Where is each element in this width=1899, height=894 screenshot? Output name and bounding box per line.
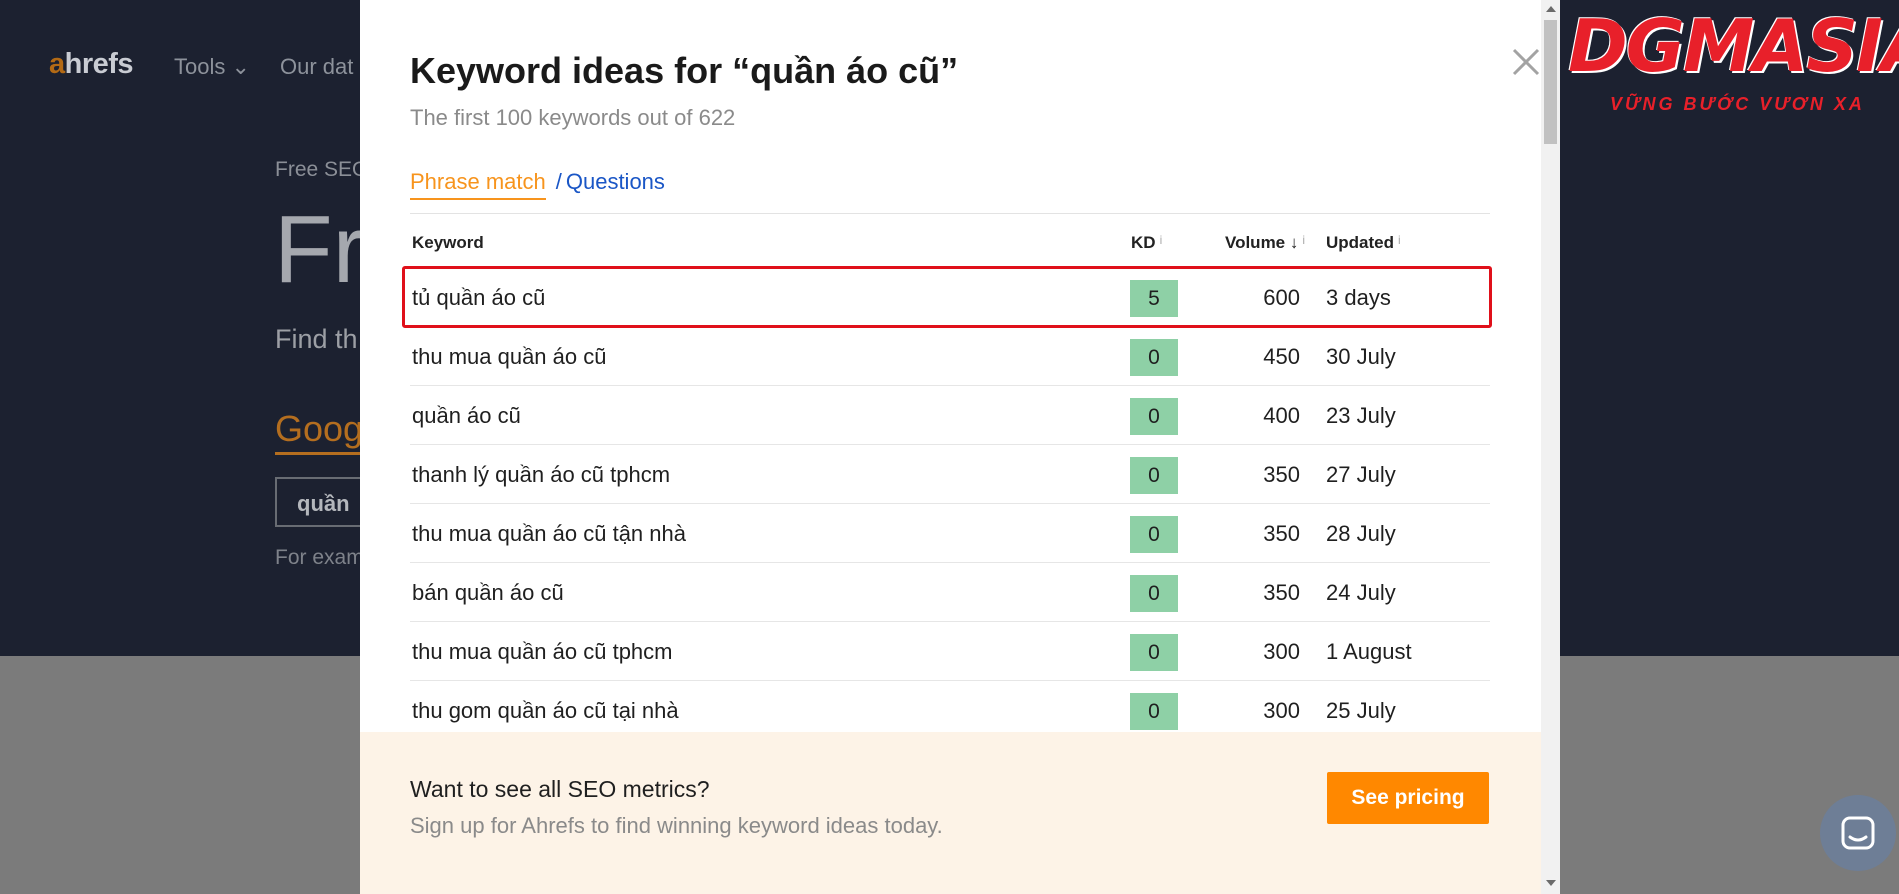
table-row[interactable]: tủ quần áo cũ 5 600 3 days — [402, 266, 1492, 328]
kd-badge: 0 — [1130, 693, 1178, 730]
column-kd[interactable]: KD i — [1131, 233, 1162, 253]
nav-tools-menu[interactable]: Tools ⌄ — [174, 54, 250, 80]
close-button[interactable] — [1508, 44, 1544, 80]
keyword-table-body: tủ quần áo cũ 5 600 3 days thu mua quần … — [402, 266, 1492, 740]
keyword-ideas-modal: Keyword ideas for “quần áo cũ” The first… — [360, 0, 1560, 894]
upsell-footer: Want to see all SEO metrics? Sign up for… — [360, 732, 1560, 894]
keyword-cell[interactable]: bán quần áo cũ — [412, 580, 564, 606]
updated-cell: 25 July — [1326, 698, 1396, 723]
kd-badge: 0 — [1130, 457, 1178, 494]
updated-cell: 28 July — [1326, 521, 1396, 546]
tab-phrase-match[interactable]: Phrase match — [410, 169, 546, 200]
volume-cell: 300 — [1263, 698, 1300, 723]
volume-cell: 350 — [1263, 521, 1300, 546]
nav-our-data[interactable]: Our dat — [280, 54, 360, 80]
table-row[interactable]: thanh lý quần áo cũ tphcm 0 350 27 July — [410, 445, 1490, 504]
updated-cell: 27 July — [1326, 462, 1396, 487]
modal-subtitle: The first 100 keywords out of 622 — [410, 105, 736, 130]
scroll-up-arrow-icon[interactable] — [1546, 6, 1556, 12]
volume-cell: 400 — [1263, 403, 1300, 428]
kd-badge: 0 — [1130, 398, 1178, 435]
kd-info-icon[interactable]: i — [1160, 233, 1163, 247]
hero-title: Fr — [274, 196, 365, 303]
kd-badge: 0 — [1130, 516, 1178, 553]
volume-cell: 350 — [1263, 580, 1300, 605]
table-row[interactable]: thu mua quần áo cũ tphcm 0 300 1 August — [410, 622, 1490, 681]
keyword-cell[interactable]: thu mua quần áo cũ tphcm — [412, 639, 673, 665]
example-hint: For exam — [275, 546, 364, 569]
chat-icon[interactable] — [1840, 815, 1876, 851]
table-row[interactable]: bán quần áo cũ 0 350 24 July — [410, 563, 1490, 622]
hero-eyebrow: Free SEO — [275, 158, 369, 181]
tab-separator: / — [555, 169, 562, 194]
updated-cell: 23 July — [1326, 403, 1396, 428]
column-volume[interactable]: Volume ↓ i — [1225, 233, 1305, 253]
keyword-cell[interactable]: thu mua quần áo cũ — [412, 344, 606, 370]
table-row[interactable]: thu mua quần áo cũ tận nhà 0 350 28 July — [410, 504, 1490, 563]
table-header: Keyword KD i Volume ↓ i Updated i — [410, 233, 1490, 263]
tabs-divider — [410, 213, 1490, 214]
kd-badge: 0 — [1130, 575, 1178, 612]
modal-scrollbar[interactable] — [1541, 0, 1560, 894]
column-keyword[interactable]: Keyword — [412, 233, 484, 253]
search-engine-tab[interactable]: Goog — [275, 408, 364, 455]
updated-cell: 1 August — [1326, 639, 1412, 664]
kd-badge: 0 — [1130, 339, 1178, 376]
keyword-cell[interactable]: thu mua quần áo cũ tận nhà — [412, 521, 686, 547]
volume-cell: 300 — [1263, 639, 1300, 664]
keyword-cell[interactable]: thu gom quần áo cũ tại nhà — [412, 698, 679, 724]
tab-questions[interactable]: Questions — [566, 169, 665, 194]
upsell-title: Want to see all SEO metrics? — [410, 776, 710, 802]
volume-cell: 350 — [1263, 462, 1300, 487]
volume-cell: 450 — [1263, 344, 1300, 369]
updated-cell: 24 July — [1326, 580, 1396, 605]
keyword-cell[interactable]: thanh lý quần áo cũ tphcm — [412, 462, 670, 488]
updated-cell: 30 July — [1326, 344, 1396, 369]
updated-cell: 3 days — [1326, 285, 1391, 310]
volume-cell: 600 — [1263, 285, 1300, 310]
keyword-cell[interactable]: quần áo cũ — [412, 403, 521, 429]
kd-badge: 0 — [1130, 634, 1178, 671]
keyword-cell[interactable]: tủ quần áo cũ — [412, 285, 545, 311]
keyword-tabs: Phrase match / Questions — [410, 169, 665, 200]
column-updated[interactable]: Updated i — [1326, 233, 1401, 253]
close-icon[interactable] — [1508, 44, 1544, 80]
table-row[interactable]: quần áo cũ 0 400 23 July — [410, 386, 1490, 445]
chat-launcher-button[interactable] — [1820, 795, 1896, 871]
watermark-tagline: VỮNG BƯỚC VƯƠN XA — [1610, 94, 1865, 114]
volume-info-icon[interactable]: i — [1302, 233, 1305, 247]
ahrefs-logo[interactable]: ahrefs — [49, 48, 134, 81]
table-row[interactable]: thu mua quần áo cũ 0 450 30 July — [410, 327, 1490, 386]
see-pricing-button[interactable]: See pricing — [1327, 772, 1489, 824]
scroll-thumb[interactable] — [1544, 20, 1557, 144]
dgmasia-watermark: DGMASIA VỮNG BƯỚC VƯƠN XA — [1568, 4, 1899, 119]
hero-subtitle: Find th — [275, 324, 358, 354]
upsell-subtitle: Sign up for Ahrefs to find winning keywo… — [410, 813, 943, 838]
kd-badge: 5 — [1130, 280, 1178, 317]
modal-title: Keyword ideas for “quần áo cũ” — [410, 50, 959, 91]
scroll-down-arrow-icon[interactable] — [1546, 880, 1556, 886]
watermark-name: DGMASIA — [1568, 4, 1899, 88]
updated-info-icon[interactable]: i — [1398, 233, 1401, 247]
